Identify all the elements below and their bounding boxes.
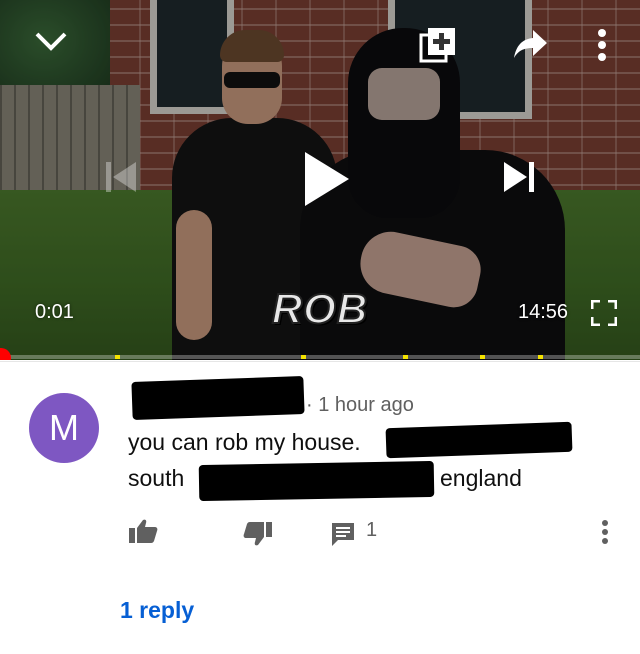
comment-body: you can rob my house. south england (128, 421, 608, 502)
comment-line: south england (128, 460, 608, 502)
ad-marker (403, 355, 409, 359)
comment-text-line-2-end: england (440, 465, 522, 491)
thumbs-up-icon[interactable] (128, 518, 158, 549)
more-vertical-icon[interactable] (601, 519, 609, 550)
share-icon[interactable] (513, 28, 549, 60)
ad-marker (480, 355, 485, 359)
ad-marker (115, 355, 121, 359)
skip-next-icon[interactable] (502, 160, 536, 194)
comment-text-line-2-start: south (128, 465, 185, 491)
comment-reply-icon[interactable] (330, 521, 356, 552)
more-vertical-icon[interactable] (596, 28, 608, 62)
view-replies-link[interactable]: 1 reply (120, 597, 194, 624)
comment-line: you can rob my house. (128, 421, 608, 461)
comment-text-line-1: you can rob my house. (128, 429, 361, 455)
timestamp-text: 1 hour ago (318, 394, 414, 416)
reply-count: 1 (366, 519, 378, 541)
play-icon[interactable] (303, 150, 351, 208)
divider (0, 361, 640, 362)
total-time: 14:56 (518, 301, 569, 323)
comment-timestamp: · 1 hour ago (306, 394, 414, 416)
add-to-playlist-icon[interactable] (419, 26, 457, 64)
video-player[interactable]: 0:01 ROB 14:56 (0, 0, 640, 360)
redacted-author-name (131, 376, 305, 420)
ad-marker (300, 355, 306, 359)
redaction-bar (198, 460, 435, 502)
avatar[interactable]: M (29, 393, 99, 463)
skip-previous-icon[interactable] (104, 160, 138, 194)
ad-marker (537, 355, 543, 359)
thumbs-down-icon[interactable] (243, 521, 273, 552)
progress-bar[interactable] (0, 355, 640, 359)
chevron-down-icon[interactable] (34, 30, 68, 52)
redaction-bar (385, 421, 573, 459)
